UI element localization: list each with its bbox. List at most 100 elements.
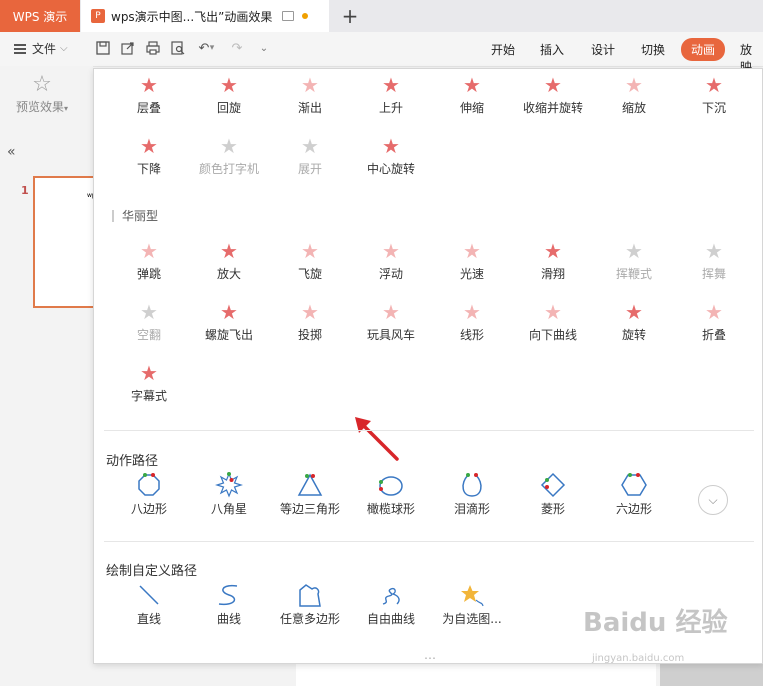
new-tab-button[interactable]: + [338, 2, 362, 30]
effect-toss[interactable]: ★ 投掷 [275, 300, 345, 343]
effect-descend[interactable]: ★ 下降 [114, 134, 184, 177]
effect-pinwheel-fly[interactable]: ★ 飞旋 [275, 239, 345, 282]
tab-insert[interactable]: 插入 [540, 41, 564, 58]
star-fade-icon: ★ [301, 73, 319, 97]
divider [104, 541, 754, 542]
export-icon[interactable] [120, 40, 136, 56]
custom-paths-title: 绘制自定义路径 [106, 564, 198, 579]
effect-light-speed[interactable]: ★ 光速 [437, 239, 507, 282]
customize-toolbar-icon[interactable]: ⌄ [256, 40, 272, 56]
effect-linear[interactable]: ★ 线形 [437, 300, 507, 343]
effect-ascend[interactable]: ★ 上升 [356, 73, 426, 116]
effect-center-revolve[interactable]: ★ 中心旋转 [356, 134, 426, 177]
file-menu-button[interactable]: 文件 ⌵ [14, 40, 68, 57]
effect-shrink-turn[interactable]: ★ 收缩并旋转 [518, 73, 588, 116]
star-grow-icon: ★ [220, 239, 238, 263]
effect-flip[interactable]: ★ 空翻 [114, 300, 184, 343]
path-curve[interactable]: 曲线 [189, 582, 269, 627]
undo-dropdown-icon[interactable]: ▾ [207, 40, 217, 56]
path-8-point-star[interactable]: 八角星 [189, 472, 269, 517]
octagon-path-icon [138, 473, 160, 496]
star-fold-icon: ★ [705, 300, 723, 324]
path-football[interactable]: 橄榄球形 [351, 472, 431, 517]
effect-bounce[interactable]: ★ 弹跳 [114, 239, 184, 282]
title-bar: WPS 演示 P wps演示中图...飞出”动画效果 + [0, 0, 763, 32]
motion-paths-title: 动作路径 [106, 454, 159, 469]
effect-stack[interactable]: ★ 层叠 [114, 73, 184, 116]
effect-boomerang[interactable]: ★ 回旋 [194, 73, 264, 116]
triangle-path-icon [297, 473, 323, 496]
effect-color-typewriter[interactable]: ★ 颜色打字机 [194, 134, 264, 177]
effect-curve-down[interactable]: ★ 向下曲线 [518, 300, 588, 343]
star-ascend-icon: ★ [382, 73, 400, 97]
slide-canvas[interactable] [296, 662, 656, 686]
slide-number: 1 [21, 184, 29, 197]
presentation-icon: P [91, 9, 105, 23]
path-scribble[interactable]: 自由曲线 [351, 582, 431, 627]
tab-design[interactable]: 设计 [591, 41, 615, 58]
effect-glide[interactable]: ★ 滑翔 [518, 239, 588, 282]
effect-credits[interactable]: ★ 字幕式 [114, 361, 184, 404]
path-hexagon[interactable]: 六边形 [594, 472, 674, 517]
path-custom-shape[interactable]: 为自选图... [432, 582, 512, 627]
print-preview-icon[interactable] [170, 40, 186, 56]
path-line[interactable]: 直线 [109, 582, 189, 627]
effect-swish[interactable]: ★ 挥舞 [679, 239, 749, 282]
star-float-icon: ★ [382, 239, 400, 263]
unsaved-dot-icon [302, 13, 309, 19]
effect-fade-out[interactable]: ★ 渐出 [275, 73, 345, 116]
star-unfold-icon: ★ [301, 134, 319, 158]
path-diamond[interactable]: 菱形 [513, 472, 593, 517]
slide-image[interactable] [660, 662, 763, 686]
section-fancy-title: 华丽型 [112, 210, 158, 222]
freeform-path-icon [299, 584, 321, 607]
preview-effect-button[interactable]: ☆ 预览效果▾ [12, 72, 72, 115]
path-teardrop[interactable]: 泪滴形 [432, 472, 512, 517]
effect-zoom[interactable]: ★ 缩放 [599, 73, 669, 116]
effect-grow[interactable]: ★ 放大 [194, 239, 264, 282]
tab-transitions[interactable]: 切换 [641, 41, 665, 58]
hamburger-icon [14, 43, 26, 54]
star-pinwheel-icon: ★ [382, 300, 400, 324]
document-tab[interactable]: P wps演示中图...飞出”动画效果 [81, 0, 329, 32]
star-center-revolve-icon: ★ [382, 134, 400, 158]
redo-icon[interactable]: ↷ [229, 40, 245, 56]
star-path-icon [461, 585, 484, 607]
star-descend-icon: ★ [140, 134, 158, 158]
teardrop-path-icon [462, 473, 482, 497]
effect-fold[interactable]: ★ 折叠 [679, 300, 749, 343]
print-icon[interactable] [145, 40, 161, 56]
path-octagon[interactable]: 八边形 [109, 472, 189, 517]
effect-unfold[interactable]: ★ 展开 [275, 134, 345, 177]
effect-float[interactable]: ★ 浮动 [356, 239, 426, 282]
annotation-arrow [355, 417, 399, 461]
monitor-icon[interactable] [282, 11, 295, 21]
star-spiral-icon: ★ [220, 300, 238, 324]
star-curve-down-icon: ★ [544, 300, 562, 324]
diamond-path-icon [540, 472, 566, 498]
watermark-url: jingyan.baidu.com [592, 653, 685, 664]
effect-stretch[interactable]: ★ 伸缩 [437, 73, 507, 116]
tab-animation[interactable]: 动画 [681, 38, 726, 61]
effect-spinner[interactable]: ★ 旋转 [599, 300, 669, 343]
panel-resize-grip[interactable]: ⋯ [424, 651, 437, 663]
slide-thumbnail[interactable]: wps [33, 176, 99, 308]
path-freeform[interactable]: 任意多边形 [270, 582, 350, 627]
effect-toy-pinwheel[interactable]: ★ 玩具风车 [356, 300, 426, 343]
star-shrink-turn-icon: ★ [544, 73, 562, 97]
path-equilateral-triangle[interactable]: 等边三角形 [270, 472, 350, 517]
effect-spiral-out[interactable]: ★ 螺旋飞出 [194, 300, 264, 343]
document-tab-title: wps演示中图...飞出”动画效果 [111, 9, 273, 24]
star-outline-icon: ☆ [32, 72, 52, 97]
save-icon[interactable] [95, 40, 111, 56]
app-tab[interactable]: WPS 演示 [0, 0, 80, 32]
effect-whip[interactable]: ★ 挥鞭式 [599, 239, 669, 282]
more-paths-button[interactable]: ⌵ [698, 485, 728, 515]
star-zoom-icon: ★ [625, 73, 643, 97]
effect-sink[interactable]: ★ 下沉 [679, 73, 749, 116]
chevron-down-icon: ⌵ [60, 43, 68, 54]
tab-home[interactable]: 开始 [491, 41, 515, 58]
toolbar: 文件 ⌵ ↶ ▾ ↷ ⌄ 开始 插入 设计 切换 动画 放映 [0, 32, 763, 74]
collapse-pane-button[interactable]: « [7, 144, 16, 160]
star-light-speed-icon: ★ [463, 239, 481, 263]
